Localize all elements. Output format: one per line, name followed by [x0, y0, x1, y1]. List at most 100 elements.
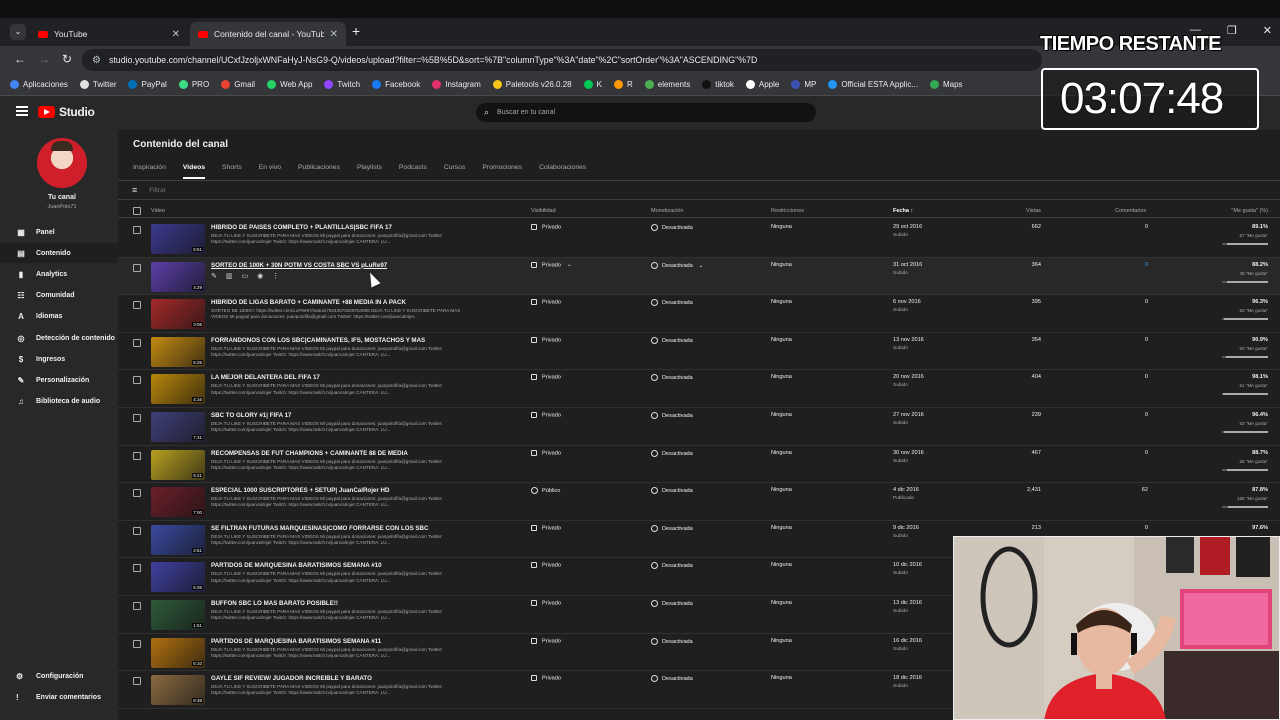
monetization-cell[interactable]: Desactivada — [651, 299, 693, 307]
bookmark-item[interactable]: Paletools v26.0.28 — [492, 80, 572, 89]
tab-playlists[interactable]: Playlists — [357, 164, 382, 179]
video-title[interactable]: RECOMPENSAS DE FUT CHAMPIONS + CAMINANTE… — [211, 450, 408, 457]
maximize-icon[interactable]: ❐ — [1227, 24, 1237, 37]
sidebar-item-personalizaci-n[interactable]: ✎ Personalización — [0, 370, 118, 390]
comments-value[interactable]: 0 — [1108, 450, 1148, 456]
video-title[interactable]: SE FILTRAN FUTURAS MARQUESINAS|COMO FORR… — [211, 525, 429, 532]
more-options-icon[interactable]: ⋮ — [272, 272, 279, 280]
column-comments[interactable]: Comentarios — [1115, 208, 1146, 214]
comments-value[interactable]: 0 — [1108, 525, 1148, 531]
visibility-cell[interactable]: Privado — [531, 524, 561, 531]
new-tab-button[interactable]: + — [352, 23, 360, 39]
back-icon[interactable]: ← — [14, 52, 26, 66]
chevron-down-icon[interactable]: ⌄ — [699, 263, 704, 269]
video-thumbnail[interactable]: 5:35 — [151, 562, 205, 593]
table-row[interactable]: 7:31 SBC TO GLORY #1| FIFA 17 DEJA TU LIKE… — [118, 408, 1280, 446]
tab-promociones[interactable]: Promociones — [482, 164, 522, 179]
comments-value[interactable]: 0 — [1108, 374, 1148, 380]
visibility-cell[interactable]: Privado — [531, 299, 561, 306]
menu-icon[interactable] — [16, 106, 28, 116]
bookmark-item[interactable]: K — [583, 80, 602, 89]
forward-icon[interactable]: → — [38, 52, 50, 66]
video-thumbnail[interactable]: 5:21 — [151, 449, 205, 480]
row-checkbox[interactable] — [133, 226, 141, 234]
row-checkbox[interactable] — [133, 338, 141, 347]
monetization-cell[interactable]: Desactivada — [651, 600, 693, 607]
tab-publicaciones[interactable]: Publicaciones — [298, 164, 340, 179]
bookmark-item[interactable]: PayPal — [128, 80, 167, 89]
monetization-cell[interactable]: Desactivada — [651, 487, 693, 495]
analytics-icon[interactable]: ▥ — [226, 272, 233, 280]
bookmark-item[interactable]: Gmail — [221, 80, 255, 89]
sidebar-item-detecci-n-de-contenido[interactable]: ◎ Detección de contenido — [0, 328, 118, 348]
sidebar-item-analytics[interactable]: ▮ Analytics — [0, 264, 118, 284]
select-all-checkbox[interactable] — [133, 207, 141, 215]
monetization-cell[interactable]: Desactivada — [651, 336, 693, 344]
row-checkbox[interactable] — [133, 526, 141, 535]
column-visibility[interactable]: Visibilidad — [531, 208, 556, 214]
channel-search-input[interactable]: ⌕ Buscar en tu canal — [476, 103, 816, 122]
bookmark-item[interactable]: PRO — [178, 80, 209, 89]
close-tab-icon[interactable]: ✕ — [172, 29, 180, 40]
close-tab-icon[interactable]: ✕ — [330, 29, 338, 40]
studio-logo[interactable]: Studio — [38, 105, 95, 119]
row-checkbox[interactable] — [133, 414, 141, 422]
bookmark-item[interactable]: Apple — [745, 80, 779, 89]
visibility-cell[interactable]: Público — [531, 487, 560, 495]
monetization-cell[interactable]: Desactivada — [651, 524, 693, 532]
comments-value[interactable]: 0 — [1108, 337, 1148, 343]
video-thumbnail[interactable]: 2:51 — [151, 524, 205, 555]
table-row[interactable]: 4:29 SORTEO DE 100K + 30N POTM VS COSTA S… — [118, 257, 1280, 296]
comments-value[interactable]: 0 — [1108, 299, 1148, 305]
edit-icon[interactable]: ✎ — [211, 272, 217, 280]
bookmark-item[interactable]: Web App — [267, 80, 312, 89]
chevron-down-icon[interactable]: ⌄ — [567, 262, 572, 268]
site-info-icon[interactable]: ⚙ — [92, 55, 101, 66]
sidebar-item-idiomas[interactable]: A Idiomas — [0, 307, 118, 327]
video-thumbnail[interactable]: 7:31 — [151, 412, 205, 442]
sidebar-item-comunidad[interactable]: ☷ Comunidad — [0, 286, 118, 306]
tab-videos[interactable]: Videos — [182, 164, 206, 179]
send-feedback-button[interactable]: ! Enviar comentarios — [0, 687, 118, 707]
visibility-cell[interactable]: Privado — [531, 224, 561, 230]
browser-tab-youtube[interactable]: YouTube ✕ — [30, 22, 188, 46]
bookmark-item[interactable]: Aplicaciones — [10, 80, 68, 89]
bookmark-item[interactable]: elements — [644, 80, 690, 89]
tab-search-button[interactable]: ⌄ — [10, 24, 26, 40]
tab-podcasts[interactable]: Podcasts — [399, 164, 427, 179]
video-title[interactable]: FORRANDONOS CON LOS SBC|CAMINANTES, IFS,… — [211, 337, 425, 344]
address-bar[interactable]: ⚙ studio.youtube.com/channel/UCxfJzoljxW… — [82, 49, 1042, 71]
visibility-cell[interactable]: Privado — [531, 675, 561, 682]
tab-colaboraciones[interactable]: Colaboraciones — [539, 164, 586, 179]
row-checkbox[interactable] — [133, 301, 141, 310]
visibility-cell[interactable]: Privado ⌄ — [531, 261, 572, 268]
row-checkbox[interactable] — [133, 451, 141, 460]
comments-value[interactable]: 0 — [1108, 262, 1148, 268]
visibility-cell[interactable]: Privado — [531, 374, 561, 381]
monetization-cell[interactable]: Desactivada — [651, 412, 693, 419]
monetization-cell[interactable]: Desactivada — [651, 449, 693, 457]
filter-icon[interactable]: ≡ — [132, 185, 137, 195]
video-title[interactable]: ESPECIAL 1000 SUSCRIPTORES + SETUP| Juan… — [211, 487, 389, 494]
visibility-cell[interactable]: Privado — [531, 336, 561, 343]
comments-icon[interactable]: ▭ — [242, 272, 249, 280]
monetization-cell[interactable]: Desactivada — [651, 637, 693, 645]
bookmark-item[interactable]: Twitter — [79, 80, 116, 89]
video-title[interactable]: PARTIDOS DE MARQUESINA BARATISIMOS SEMAN… — [211, 562, 382, 569]
tab-shorts[interactable]: Shorts — [222, 164, 242, 179]
browser-tab-studio[interactable]: Contenido del canal - YouTube ✕ — [190, 22, 346, 46]
bookmark-item[interactable]: Facebook — [372, 80, 420, 89]
video-title[interactable]: PARTIDOS DE MARQUESINA BARATISIMOS SEMAN… — [211, 638, 381, 645]
bookmark-item[interactable]: tiktok — [702, 80, 734, 89]
sidebar-item-contenido[interactable]: ▤ Contenido — [0, 243, 118, 264]
column-likes[interactable]: "Me gusta" (%) — [1231, 208, 1268, 214]
video-title[interactable]: LA MEJOR DELANTERA DEL FIFA 17 — [211, 374, 320, 381]
row-checkbox[interactable] — [133, 489, 141, 498]
video-title[interactable]: HIBRIDO DE PAISES COMPLETO + PLANTILLAS|… — [211, 224, 392, 231]
visibility-cell[interactable]: Privado — [531, 449, 561, 456]
table-row[interactable]: 7:00 ESPECIAL 1000 SUSCRIPTORES + SETUP| … — [118, 483, 1280, 521]
tab-en-vivo[interactable]: En vivo — [259, 164, 281, 179]
monetization-cell[interactable]: Desactivada ⌄ — [651, 261, 704, 269]
tab-inspiraci-n[interactable]: Inspiración — [133, 164, 166, 179]
video-thumbnail[interactable]: 4:29 — [151, 261, 205, 292]
